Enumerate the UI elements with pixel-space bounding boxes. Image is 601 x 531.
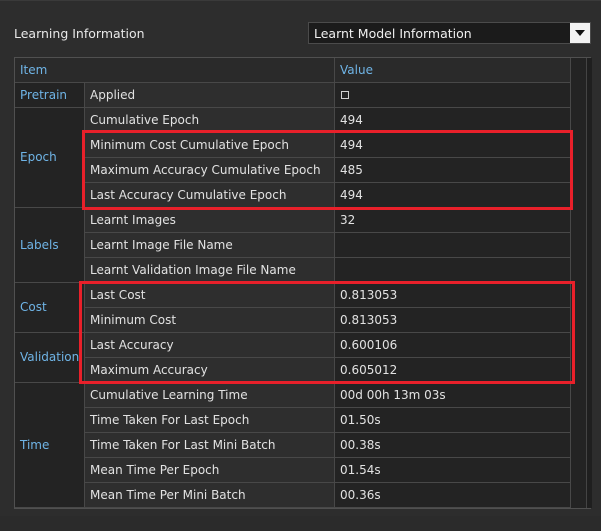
row-value: 00d 00h 13m 03s [335,383,571,408]
row-value-applied[interactable] [335,83,571,108]
row-value: 0.600106 [335,333,571,358]
row-key: Cumulative Learning Time [85,383,335,408]
row-value: 00.36s [335,483,571,508]
row-value: 0.813053 [335,308,571,333]
chevron-down-icon [575,30,585,36]
group-pretrain: Pretrain [15,83,85,108]
row-key: Time Taken For Last Mini Batch [85,433,335,458]
applied-checkbox[interactable] [341,91,349,99]
row-key: Maximum Accuracy Cumulative Epoch [85,158,335,183]
row-key: Last Accuracy [85,333,335,358]
group-labels: Labels [15,208,85,283]
group-epoch: Epoch [15,108,85,208]
panel-title: Learning Information [14,26,145,41]
group-cost: Cost [15,283,85,333]
info-grid: Item Value Pretrain Epoch Labels Cost Va… [14,57,592,509]
row-value: 32 [335,208,571,233]
row-value [335,233,571,258]
row-key: Minimum Cost [85,308,335,333]
row-value: 494 [335,108,571,133]
dropdown-selected-value: Learnt Model Information [314,26,472,41]
column-header-value[interactable]: Value [335,58,571,83]
row-value: 01.50s [335,408,571,433]
row-value: 00.38s [335,433,571,458]
row-key: Mean Time Per Epoch [85,458,335,483]
row-key: Maximum Accuracy [85,358,335,383]
row-key: Minimum Cost Cumulative Epoch [85,133,335,158]
learning-info-panel: Learning Information Learnt Model Inform… [0,0,601,531]
panel-footer [0,516,601,531]
row-key: Learnt Images [85,208,335,233]
model-info-dropdown[interactable]: Learnt Model Information [308,22,591,44]
row-value: 494 [335,183,571,208]
row-key: Time Taken For Last Epoch [85,408,335,433]
row-key: Cumulative Epoch [85,108,335,133]
row-key: Learnt Validation Image File Name [85,258,335,283]
row-value: 494 [335,133,571,158]
column-header-item[interactable]: Item [15,58,335,83]
row-value: 0.813053 [335,283,571,308]
vertical-scrollbar[interactable] [586,58,592,508]
row-key-applied: Applied [85,83,335,108]
row-value [335,258,571,283]
dropdown-button[interactable] [570,23,590,43]
row-value: 01.54s [335,458,571,483]
row-key: Learnt Image File Name [85,233,335,258]
row-value: 0.605012 [335,358,571,383]
group-validation: Validation [15,333,85,383]
row-key: Last Cost [85,283,335,308]
row-value: 485 [335,158,571,183]
row-key: Last Accuracy Cumulative Epoch [85,183,335,208]
group-time: Time [15,383,85,508]
row-key: Mean Time Per Mini Batch [85,483,335,508]
